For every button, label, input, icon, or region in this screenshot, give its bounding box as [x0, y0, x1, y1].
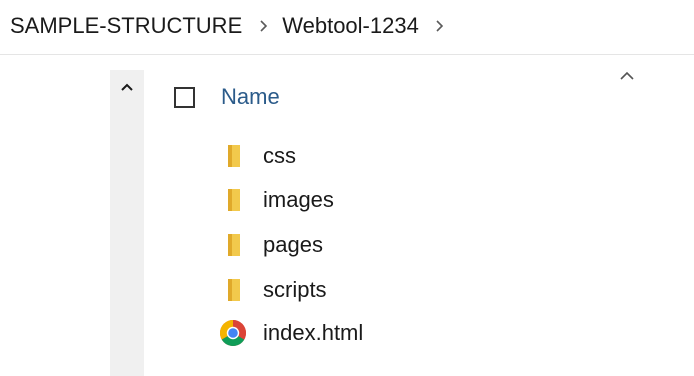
chevron-right-icon: [253, 19, 273, 33]
file-name: scripts: [263, 277, 327, 302]
list-item[interactable]: pages: [216, 225, 636, 265]
folder-icon: [216, 274, 250, 306]
sort-ascending-icon[interactable]: [616, 66, 638, 86]
folder-icon: [216, 229, 250, 261]
list-item[interactable]: index.html: [216, 313, 636, 353]
folder-icon: [216, 140, 250, 172]
file-name: index.html: [263, 320, 364, 345]
column-header-name[interactable]: Name: [221, 84, 280, 110]
chevron-up-icon: [120, 79, 134, 97]
breadcrumb-divider: [0, 54, 694, 55]
file-name: css: [263, 143, 296, 168]
breadcrumb-item-sample-structure[interactable]: SAMPLE-STRUCTURE: [10, 13, 242, 39]
chrome-icon: [216, 317, 250, 349]
navigation-pane-strip: [110, 70, 144, 376]
scroll-up-button[interactable]: [110, 76, 144, 100]
list-item[interactable]: images: [216, 180, 636, 220]
list-item[interactable]: scripts: [216, 270, 636, 310]
file-name: images: [263, 187, 334, 212]
chevron-right-icon[interactable]: [430, 19, 450, 33]
folder-icon: [216, 184, 250, 216]
file-name: pages: [263, 232, 323, 257]
column-header: Name: [174, 80, 280, 114]
select-all-checkbox[interactable]: [174, 86, 195, 108]
breadcrumb-item-webtool[interactable]: Webtool-1234: [282, 13, 419, 39]
breadcrumb: SAMPLE-STRUCTURE Webtool-1234: [0, 0, 694, 52]
list-item[interactable]: css: [216, 136, 636, 176]
